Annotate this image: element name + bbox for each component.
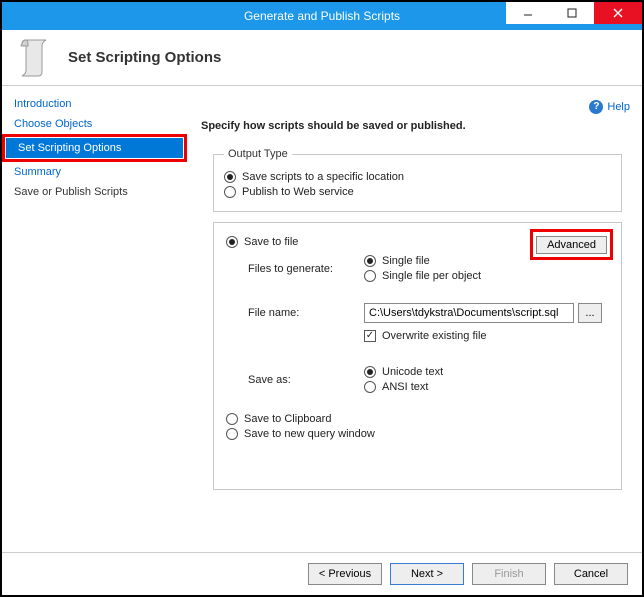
radio-save-clipboard[interactable]	[226, 413, 238, 425]
output-type-group: Output Type Save scripts to a specific l…	[213, 148, 622, 212]
radio-unicode[interactable]	[364, 366, 376, 378]
radio-save-clipboard-label: Save to Clipboard	[244, 413, 331, 425]
radio-single-file-label: Single file	[382, 255, 430, 267]
page-title: Set Scripting Options	[68, 49, 221, 66]
radio-single-file-per-object-label: Single file per object	[382, 270, 481, 282]
radio-save-to-file-label: Save to file	[244, 236, 298, 248]
footer: < Previous Next > Finish Cancel	[2, 552, 642, 594]
file-name-label: File name:	[248, 307, 364, 319]
minimize-button[interactable]	[506, 2, 550, 24]
content-area: ? Help Specify how scripts should be sav…	[187, 86, 642, 552]
files-to-generate-label: Files to generate:	[248, 263, 364, 275]
sidebar-item-choose-objects[interactable]: Choose Objects	[2, 114, 187, 134]
wizard-window: Generate and Publish Scripts Set Scripti…	[0, 0, 644, 597]
radio-publish-web-label: Publish to Web service	[242, 186, 354, 198]
maximize-button[interactable]	[550, 2, 594, 24]
sidebar-item-set-scripting-options[interactable]: Set Scripting Options	[6, 138, 183, 158]
highlight-annotation: Set Scripting Options	[2, 134, 187, 162]
sidebar-item-summary[interactable]: Summary	[2, 162, 187, 182]
titlebar: Generate and Publish Scripts	[2, 2, 642, 30]
help-link[interactable]: ? Help	[589, 100, 630, 114]
window-controls	[506, 2, 642, 24]
radio-ansi-label: ANSI text	[382, 381, 428, 393]
output-type-legend: Output Type	[224, 148, 292, 160]
radio-unicode-label: Unicode text	[382, 366, 443, 378]
cancel-button[interactable]: Cancel	[554, 563, 628, 585]
highlight-annotation-advanced: Advanced	[530, 229, 613, 260]
advanced-button[interactable]: Advanced	[536, 236, 607, 254]
radio-save-location-label: Save scripts to a specific location	[242, 171, 404, 183]
help-label: Help	[607, 101, 630, 113]
header: Set Scripting Options	[2, 30, 642, 86]
close-button[interactable]	[594, 2, 642, 24]
radio-save-to-file[interactable]	[226, 236, 238, 248]
browse-button[interactable]: ...	[578, 303, 602, 323]
file-name-input[interactable]	[364, 303, 574, 323]
radio-single-file-per-object[interactable]	[364, 270, 376, 282]
window-title: Generate and Publish Scripts	[244, 9, 400, 23]
save-options-panel: Advanced Save to file Files to generate:…	[213, 222, 622, 490]
save-as-label: Save as:	[248, 374, 364, 386]
radio-save-new-query-label: Save to new query window	[244, 428, 375, 440]
previous-button[interactable]: < Previous	[308, 563, 382, 585]
finish-button: Finish	[472, 563, 546, 585]
radio-save-location[interactable]	[224, 171, 236, 183]
script-scroll-icon	[16, 38, 52, 78]
radio-ansi[interactable]	[364, 381, 376, 393]
radio-single-file[interactable]	[364, 255, 376, 267]
help-icon: ?	[589, 100, 603, 114]
next-button[interactable]: Next >	[390, 563, 464, 585]
checkbox-overwrite[interactable]	[364, 330, 376, 342]
sidebar-item-introduction[interactable]: Introduction	[2, 94, 187, 114]
sidebar: Introduction Choose Objects Set Scriptin…	[2, 86, 187, 552]
checkbox-overwrite-label: Overwrite existing file	[382, 330, 487, 342]
instruction-text: Specify how scripts should be saved or p…	[201, 120, 630, 132]
sidebar-item-save-or-publish[interactable]: Save or Publish Scripts	[2, 182, 187, 202]
radio-save-new-query[interactable]	[226, 428, 238, 440]
radio-publish-web[interactable]	[224, 186, 236, 198]
